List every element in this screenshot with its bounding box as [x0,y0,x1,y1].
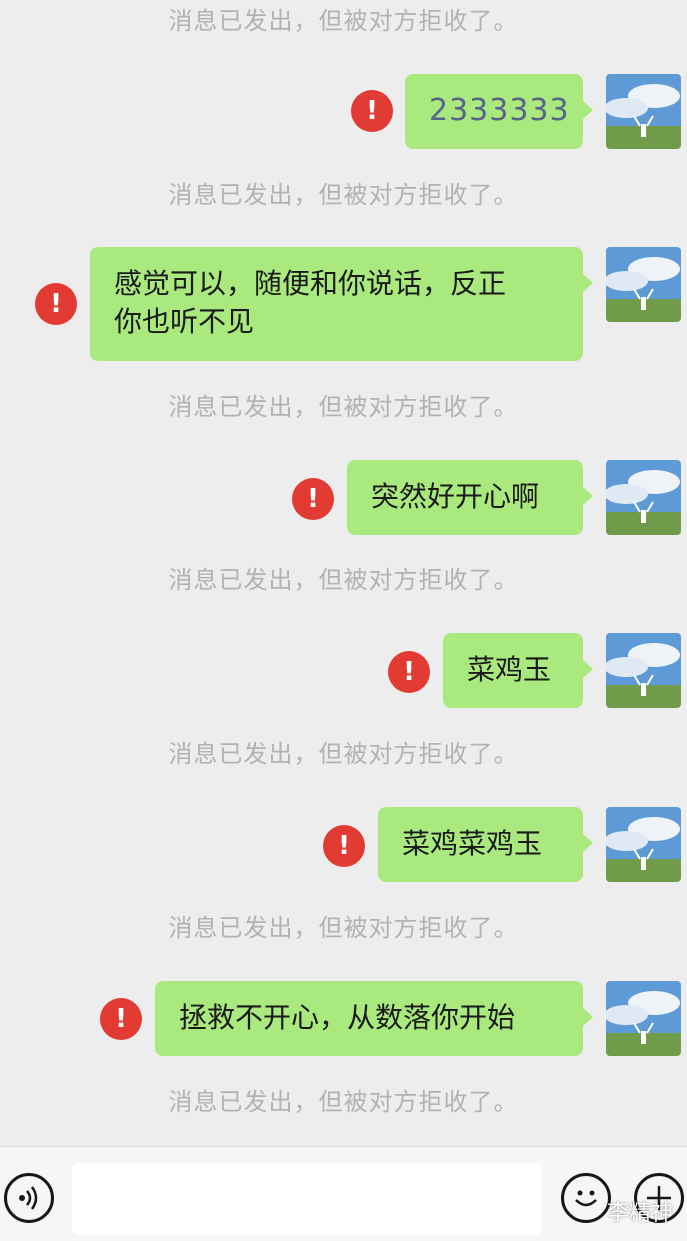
input-bar: 李精神 [0,1146,687,1241]
rejection-notice: 消息已发出，但被对方拒收了。 [168,740,519,768]
message-bubble[interactable]: 拯救不开心，从数落你开始 [155,981,593,1056]
send-failed-icon[interactable]: ! [323,825,365,867]
rejection-notice: 消息已发出，但被对方拒收了。 [168,7,519,35]
message-text-line: 感觉可以，随便和你说话，反正 [114,267,507,300]
message-text-line: 你也听不见 [114,305,255,338]
chat-area: 消息已发出，但被对方拒收了。 ! 2333333 消息已发出，但被对方拒收了。 … [0,0,687,1146]
message-text: 拯救不开心，从数落你开始 [179,1001,516,1034]
rejection-notice: 消息已发出，但被对方拒收了。 [168,566,519,594]
message-bubble[interactable]: 菜鸡菜鸡玉 [378,807,593,882]
rejection-notice: 消息已发出，但被对方拒收了。 [168,181,519,209]
emoji-icon[interactable] [561,1173,611,1223]
avatar-image [606,460,681,535]
avatar-image [606,807,681,882]
avatar[interactable] [606,807,681,882]
avatar[interactable] [606,633,681,708]
voice-icon[interactable] [4,1173,54,1223]
avatar[interactable] [606,460,681,535]
avatar[interactable] [606,74,681,149]
voice-icon-glyph [19,1186,38,1210]
message-text: 突然好开心啊 [371,480,540,513]
send-failed-icon[interactable]: ! [388,651,430,693]
avatar[interactable] [606,981,681,1056]
message-text: 菜鸡菜鸡玉 [402,827,543,860]
message-input[interactable] [72,1163,542,1235]
avatar-image [606,247,681,322]
message-bubble[interactable]: 突然好开心啊 [347,460,593,535]
avatar[interactable] [606,247,681,322]
avatar-image [606,633,681,708]
send-failed-icon[interactable]: ! [35,283,77,325]
rejection-notice: 消息已发出，但被对方拒收了。 [168,393,519,421]
send-failed-icon[interactable]: ! [351,90,393,132]
rejection-notice: 消息已发出，但被对方拒收了。 [168,1088,519,1116]
rejection-notice: 消息已发出，但被对方拒收了。 [168,914,519,942]
message-bubble[interactable]: 菜鸡玉 [443,633,593,708]
avatar-image [606,74,681,149]
message-bubble[interactable]: 感觉可以，随便和你说话，反正 你也听不见 [90,247,593,361]
send-failed-icon[interactable]: ! [292,478,334,520]
watermark: 李精神 [606,1201,673,1226]
avatar-image [606,981,681,1056]
emoji-icon-glyph [575,1190,597,1207]
message-text: 2333333 [429,93,570,128]
send-failed-icon[interactable]: ! [100,998,142,1040]
message-text: 菜鸡玉 [467,653,552,686]
message-bubble[interactable]: 2333333 [405,74,593,149]
